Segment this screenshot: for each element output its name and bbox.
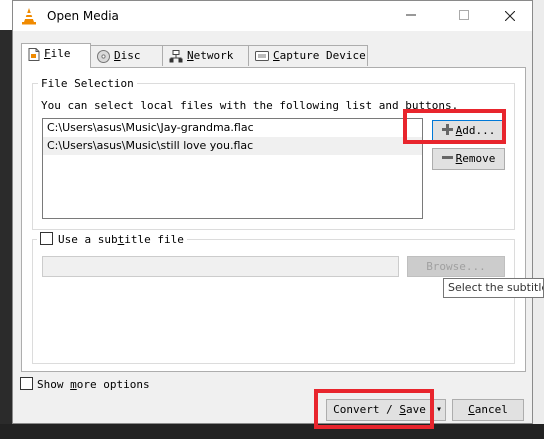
list-item[interactable]: C:\Users\asus\Music\still love you.flac	[43, 137, 422, 155]
capture-device-icon	[255, 51, 269, 61]
subtitle-path-input[interactable]	[42, 256, 399, 277]
background-taskbar	[0, 424, 544, 439]
minimize-icon	[406, 14, 416, 16]
minimize-button[interactable]	[388, 1, 434, 31]
tab-disc[interactable]: Disc	[90, 45, 163, 66]
disc-icon	[97, 49, 110, 63]
network-icon	[169, 49, 183, 62]
remove-button[interactable]: Remove	[432, 148, 505, 170]
close-icon	[504, 10, 516, 22]
show-more-options-row[interactable]: Show more options	[20, 377, 150, 391]
tab-file[interactable]: File	[21, 43, 91, 68]
file-selection-legend: File Selection	[38, 77, 137, 90]
subtitle-checkbox[interactable]	[40, 232, 53, 245]
title-bar: Open Media	[13, 1, 532, 31]
tab-capture-device[interactable]: Capture Device	[248, 45, 368, 66]
subtitle-checkbox-row[interactable]: Use a subtitle file	[37, 232, 187, 246]
background-right-edge	[533, 0, 544, 424]
open-media-dialog: Open Media File Disc Network Capture Dev…	[12, 0, 533, 424]
convert-save-highlight	[314, 389, 434, 429]
maximize-button[interactable]	[441, 1, 487, 31]
show-more-options-checkbox[interactable]	[20, 377, 33, 390]
list-item[interactable]: C:\Users\asus\Music\Jay-grandma.flac	[43, 119, 422, 137]
file-list[interactable]: C:\Users\asus\Music\Jay-grandma.flac C:\…	[42, 118, 423, 219]
file-selection-description: You can select local files with the foll…	[41, 99, 459, 112]
convert-dropdown-button[interactable]: ▾	[432, 399, 446, 421]
vlc-cone-icon	[22, 8, 36, 25]
add-button-highlight	[403, 109, 506, 144]
chevron-down-icon: ▾	[435, 404, 443, 415]
subtitle-tooltip: Select the subtitle file	[443, 278, 544, 298]
window-title: Open Media	[47, 9, 119, 23]
browse-button[interactable]: Browse...	[407, 256, 505, 277]
close-button[interactable]	[487, 1, 533, 31]
cancel-button[interactable]: Cancel	[452, 399, 524, 421]
maximize-icon	[459, 10, 469, 20]
tab-network[interactable]: Network	[162, 45, 249, 66]
minus-icon	[441, 156, 453, 159]
file-icon	[28, 47, 40, 61]
